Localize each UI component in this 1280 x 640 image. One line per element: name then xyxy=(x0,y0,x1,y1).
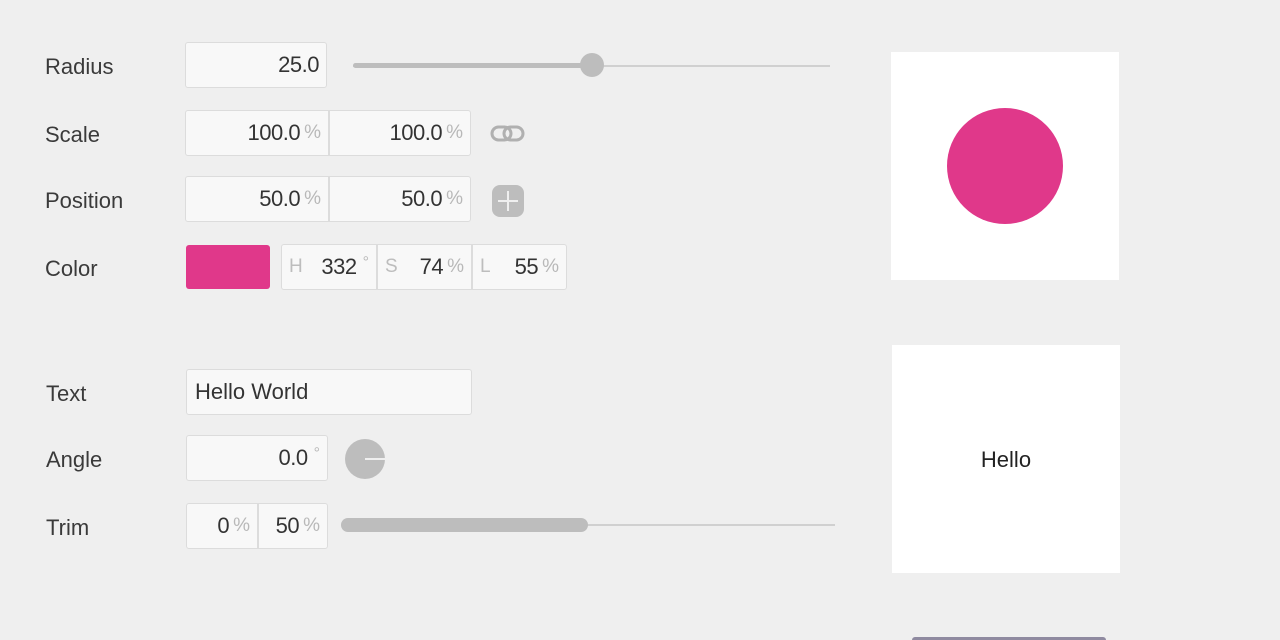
angle-dial-icon[interactable] xyxy=(345,439,385,479)
lightness-prefix: L xyxy=(480,256,491,277)
angle-input[interactable]: 0.0 ° xyxy=(186,435,328,481)
trim-end-value: 50 xyxy=(275,513,300,538)
plus-icon[interactable] xyxy=(492,185,524,217)
trim-start-input[interactable]: 0 % xyxy=(186,503,258,549)
scale-x-unit: % xyxy=(304,122,321,143)
saturation-unit: % xyxy=(447,256,464,277)
link-icon[interactable] xyxy=(490,122,526,146)
scale-x-value: 100.0 xyxy=(247,120,301,145)
hue-value: 332 xyxy=(321,254,357,279)
lightness-input[interactable]: L 55 % xyxy=(472,244,567,290)
position-x-input[interactable]: 50.0 % xyxy=(185,176,329,222)
lightness-value: 55 xyxy=(514,254,539,279)
position-y-unit: % xyxy=(446,188,463,209)
saturation-input[interactable]: S 74 % xyxy=(377,244,472,290)
angle-value: 0.0 xyxy=(278,445,309,470)
position-y-input[interactable]: 50.0 % xyxy=(329,176,471,222)
text-input[interactable]: Hello World xyxy=(186,369,472,415)
position-x-unit: % xyxy=(304,188,321,209)
trim-start-value: 0 xyxy=(217,513,230,538)
text-input-value: Hello World xyxy=(195,379,309,404)
radius-slider-thumb[interactable] xyxy=(579,53,604,77)
text-label: Text xyxy=(46,381,87,406)
trim-start-unit: % xyxy=(233,515,250,536)
properties-panel: Radius 25.0 Scale 100.0 % 100.0 % Positi… xyxy=(0,0,1280,640)
trim-end-input[interactable]: 50 % xyxy=(258,503,328,549)
scale-y-unit: % xyxy=(446,122,463,143)
trim-slider-range[interactable] xyxy=(341,518,588,532)
radius-slider-fill xyxy=(353,63,592,68)
position-label: Position xyxy=(45,188,124,213)
scale-y-input[interactable]: 100.0 % xyxy=(329,110,471,156)
circle-preview-shape xyxy=(947,108,1063,224)
color-label: Color xyxy=(45,256,98,281)
shape-preview xyxy=(891,52,1119,280)
saturation-value: 74 xyxy=(419,254,444,279)
hue-unit: ° xyxy=(362,254,369,271)
scale-x-input[interactable]: 100.0 % xyxy=(185,110,329,156)
color-swatch[interactable] xyxy=(186,245,270,289)
radius-label: Radius xyxy=(45,54,114,79)
radius-input[interactable]: 25.0 xyxy=(185,42,327,88)
radius-value: 25.0 xyxy=(278,52,319,77)
scale-label: Scale xyxy=(45,122,101,147)
trim-end-unit: % xyxy=(303,515,320,536)
hue-prefix: H xyxy=(289,256,303,277)
position-y-value: 50.0 xyxy=(401,186,443,211)
position-x-value: 50.0 xyxy=(259,186,301,211)
text-preview: Hello xyxy=(892,345,1120,573)
scale-y-value: 100.0 xyxy=(389,120,443,145)
saturation-prefix: S xyxy=(385,256,398,277)
lightness-unit: % xyxy=(542,256,559,277)
hue-input[interactable]: H 332 ° xyxy=(281,244,377,290)
trim-label: Trim xyxy=(46,515,90,540)
angle-label: Angle xyxy=(46,447,103,472)
text-preview-label: Hello xyxy=(980,447,1032,472)
angle-unit: ° xyxy=(313,445,320,462)
